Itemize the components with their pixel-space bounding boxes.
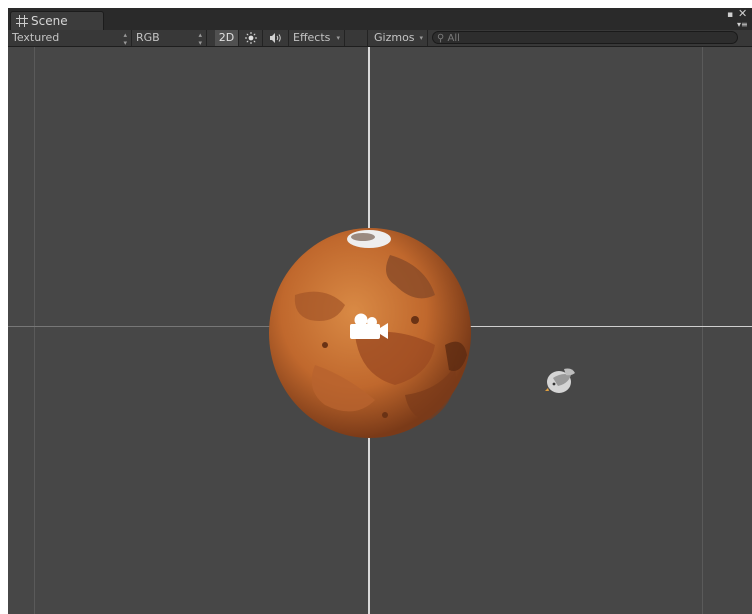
grid-icon — [16, 15, 28, 27]
gizmos-dropdown[interactable]: Gizmos ▾ — [368, 30, 428, 46]
draw-mode-dropdown[interactable]: Textured ▴ ▾ — [8, 30, 132, 47]
grid-line — [702, 47, 703, 614]
draw-mode-value: Textured — [12, 31, 60, 44]
grid-line — [34, 47, 35, 614]
gizmos-label: Gizmos — [374, 31, 415, 44]
effects-dropdown[interactable]: Effects ▾ — [289, 30, 345, 46]
speaker-icon — [269, 33, 281, 43]
window-controls: ▪ ✕ ▾≡ — [724, 8, 748, 30]
sun-icon — [244, 32, 257, 44]
audio-toggle-button[interactable] — [263, 30, 289, 46]
search-input[interactable]: ⚲ All — [432, 31, 738, 44]
search-placeholder: All — [447, 33, 460, 44]
render-mode-value: RGB — [136, 31, 160, 44]
scene-toolbar: Textured ▴ ▾ RGB ▴ ▾ 2D Effects ▾ Gizmos… — [8, 30, 752, 47]
maximize-icon[interactable]: ▪ — [727, 11, 733, 20]
close-icon[interactable]: ✕ — [738, 8, 747, 19]
bird-sprite[interactable] — [544, 364, 578, 398]
tab-bar: Scene ▪ ✕ ▾≡ — [8, 8, 752, 31]
dropdown-arrows-icon: ▴ ▾ — [198, 31, 202, 47]
search-icon: ⚲ — [437, 33, 445, 44]
scene-window: Scene ▪ ✕ ▾≡ Textured ▴ ▾ RGB ▴ ▾ 2D Eff… — [8, 8, 752, 614]
dropdown-arrow-icon: ▾ — [419, 34, 423, 42]
camera-icon[interactable] — [348, 311, 390, 343]
tab-scene[interactable]: Scene — [10, 11, 104, 30]
dropdown-arrow-icon: ▾ — [336, 34, 340, 42]
scene-viewport[interactable] — [8, 47, 752, 614]
effects-label: Effects — [293, 31, 331, 44]
menu-icon[interactable]: ▾≡ — [737, 20, 748, 29]
render-mode-dropdown[interactable]: RGB ▴ ▾ — [132, 30, 207, 47]
2d-toggle-button[interactable]: 2D — [215, 30, 239, 46]
dropdown-arrows-icon: ▴ ▾ — [123, 31, 127, 47]
tab-scene-label: Scene — [31, 14, 68, 28]
lighting-toggle-button[interactable] — [239, 30, 263, 46]
